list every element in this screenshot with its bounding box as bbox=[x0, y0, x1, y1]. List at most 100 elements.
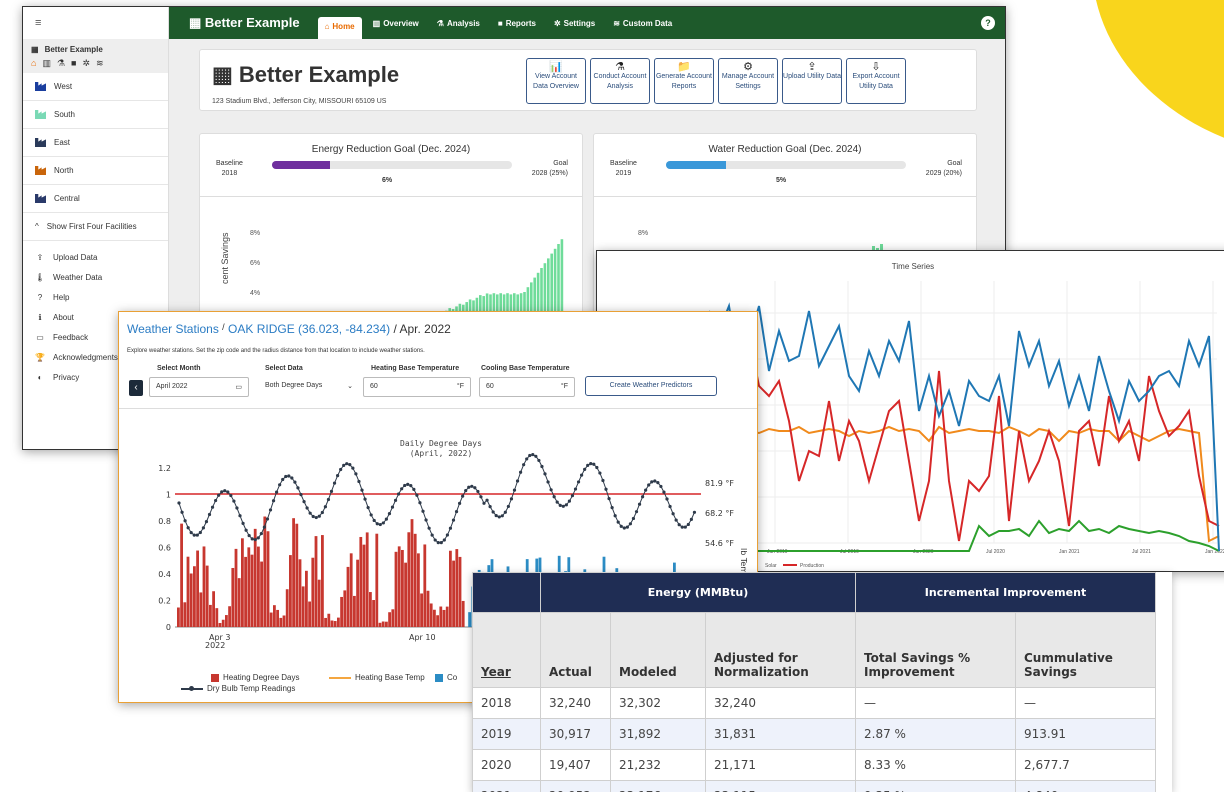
table-cell: 2020 bbox=[473, 750, 541, 781]
heating-bar bbox=[388, 612, 391, 627]
facility-label: North bbox=[54, 166, 74, 175]
dry-bulb-point bbox=[342, 464, 345, 467]
heating-bar bbox=[251, 555, 254, 627]
heating-bar bbox=[292, 518, 295, 627]
heating-bar bbox=[289, 555, 292, 627]
navbar-brand[interactable]: ▦ Better Example bbox=[189, 15, 300, 31]
dry-bulb-point bbox=[556, 500, 559, 503]
sidebar-link-label: Weather Data bbox=[53, 273, 102, 282]
dry-bulb-point bbox=[290, 476, 293, 479]
help-icon: ? bbox=[35, 293, 45, 302]
dry-bulb-point bbox=[647, 483, 650, 486]
dry-bulb-point bbox=[470, 485, 473, 488]
sidebar-facility-central[interactable]: Central bbox=[23, 185, 168, 213]
dry-bulb-point bbox=[656, 481, 659, 484]
sidebar-facility-north[interactable]: North bbox=[23, 157, 168, 185]
heating-bar bbox=[190, 573, 193, 627]
tab-home[interactable]: ⌂ Home bbox=[318, 17, 362, 39]
dry-bulb-point bbox=[412, 488, 415, 491]
dry-bulb-point bbox=[226, 490, 229, 493]
table-cell: 2019 bbox=[473, 719, 541, 750]
dry-bulb-point bbox=[345, 462, 348, 465]
dry-bulb-point bbox=[635, 510, 638, 513]
heating-bar bbox=[203, 546, 206, 627]
action-export-account-utility-data-button[interactable]: ⇩Export Account Utility Data bbox=[846, 58, 906, 104]
sidebar-link-weather-data[interactable]: 🌡Weather Data bbox=[23, 267, 168, 287]
tab-settings[interactable]: ✲ Settings bbox=[547, 14, 602, 33]
action-generate-account-reports-button[interactable]: 📁Generate Account Reports bbox=[654, 58, 714, 104]
dry-bulb-point bbox=[574, 487, 577, 490]
sidebar-facility-west[interactable]: West bbox=[23, 73, 168, 101]
select-month-input[interactable]: April 2022▭ bbox=[149, 377, 249, 397]
flask-icon[interactable]: ⚗ bbox=[57, 58, 65, 69]
tab-custom-data[interactable]: ≋ Custom Data bbox=[606, 14, 679, 33]
home-icon[interactable]: ⌂ bbox=[31, 58, 36, 69]
sidebar-account[interactable]: ▦Better Example ⌂ ▥ ⚗ ■ ✲ ≋ bbox=[23, 39, 168, 73]
dry-bulb-point bbox=[531, 453, 534, 456]
sidebar-link-help[interactable]: ?Help bbox=[23, 287, 168, 307]
sidebar-toggle-icon[interactable]: ≡ bbox=[23, 7, 168, 39]
dry-bulb-point bbox=[592, 463, 595, 466]
dry-bulb-point bbox=[455, 510, 458, 513]
table-cell: 31,831 bbox=[706, 719, 856, 750]
table-cell: 32,302 bbox=[611, 688, 706, 719]
legend-dry-bulb: Dry Bulb Temp Readings bbox=[181, 684, 295, 693]
y-tick-label: 1 bbox=[166, 491, 171, 500]
create-weather-predictors-button[interactable]: Create Weather Predictors bbox=[585, 376, 717, 396]
sidebar-link-label: Privacy bbox=[53, 373, 79, 382]
dry-bulb-point bbox=[461, 495, 464, 498]
dry-bulb-point bbox=[223, 489, 226, 492]
heating-bar bbox=[407, 532, 410, 627]
sidebar-facility-east[interactable]: East bbox=[23, 129, 168, 157]
tab-overview[interactable]: ▥ Overview bbox=[366, 14, 426, 33]
help-button[interactable]: ? bbox=[981, 16, 995, 30]
tab-analysis[interactable]: ⚗ Analysis bbox=[430, 14, 487, 33]
action-view-account-data-overview-button[interactable]: 📊View Account Data Overview bbox=[526, 58, 586, 104]
dry-bulb-point bbox=[409, 484, 412, 487]
tab-reports[interactable]: ■ Reports bbox=[491, 14, 543, 33]
back-button[interactable]: ‹ bbox=[129, 380, 143, 396]
dry-bulb-point bbox=[443, 538, 446, 541]
chart-icon[interactable]: ▥ bbox=[42, 58, 51, 69]
breadcrumb-station[interactable]: OAK RIDGE (36.023, -84.234) bbox=[228, 322, 390, 336]
dry-bulb-point bbox=[543, 472, 546, 475]
show-first-facilities-toggle[interactable]: ^ Show First Four Facilities bbox=[23, 213, 168, 241]
action-icon: 📁 bbox=[655, 62, 713, 72]
dry-bulb-point bbox=[214, 499, 217, 502]
dry-bulb-point bbox=[400, 487, 403, 490]
heating-bar bbox=[363, 545, 366, 627]
sidebar-facility-south[interactable]: South bbox=[23, 101, 168, 129]
dry-bulb-point bbox=[485, 499, 488, 502]
improvement-group-header: Incremental Improvement bbox=[856, 573, 1156, 613]
dry-bulb-point bbox=[296, 486, 299, 489]
cooling-base-label: Cooling Base Temperature bbox=[481, 365, 570, 372]
select-data-dropdown[interactable]: Both Degree Days⌄ bbox=[259, 377, 359, 397]
acknowledgments-icon: 🏆 bbox=[35, 353, 45, 362]
action-manage-account-settings-button[interactable]: ⚙Manage Account Settings bbox=[718, 58, 778, 104]
heating-bar bbox=[331, 621, 334, 627]
heating-bar bbox=[401, 550, 404, 627]
dry-bulb-point bbox=[589, 462, 592, 465]
heating-bar bbox=[433, 610, 436, 627]
breadcrumb-weather-stations[interactable]: Weather Stations bbox=[127, 322, 219, 336]
folder-icon[interactable]: ■ bbox=[71, 58, 76, 69]
heating-bar bbox=[299, 559, 302, 627]
dry-bulb-point bbox=[354, 472, 357, 475]
database-icon[interactable]: ≋ bbox=[96, 58, 104, 69]
heating-bar bbox=[308, 602, 311, 627]
cooling-base-input[interactable]: 60°F bbox=[479, 377, 575, 397]
action-label: Generate Account Reports bbox=[656, 73, 712, 90]
calendar-icon: ▭ bbox=[235, 383, 242, 391]
dry-bulb-point bbox=[629, 522, 632, 525]
table-cell: 2.87 % bbox=[856, 719, 1016, 750]
factory-icon bbox=[35, 194, 46, 203]
col-year[interactable]: Year bbox=[473, 613, 541, 688]
heating-base-input[interactable]: 60°F bbox=[363, 377, 471, 397]
action-upload-utility-data-button[interactable]: ⇪Upload Utility Data bbox=[782, 58, 842, 104]
dry-bulb-point bbox=[351, 467, 354, 470]
col-total-savings: Total Savings % Improvement bbox=[856, 613, 1016, 688]
gear-icon[interactable]: ✲ bbox=[82, 58, 90, 69]
sidebar-link-upload-data[interactable]: ⇪Upload Data bbox=[23, 247, 168, 267]
action-conduct-account-analysis-button[interactable]: ⚗Conduct Account Analysis bbox=[590, 58, 650, 104]
chevron-up-icon: ^ bbox=[35, 222, 39, 231]
